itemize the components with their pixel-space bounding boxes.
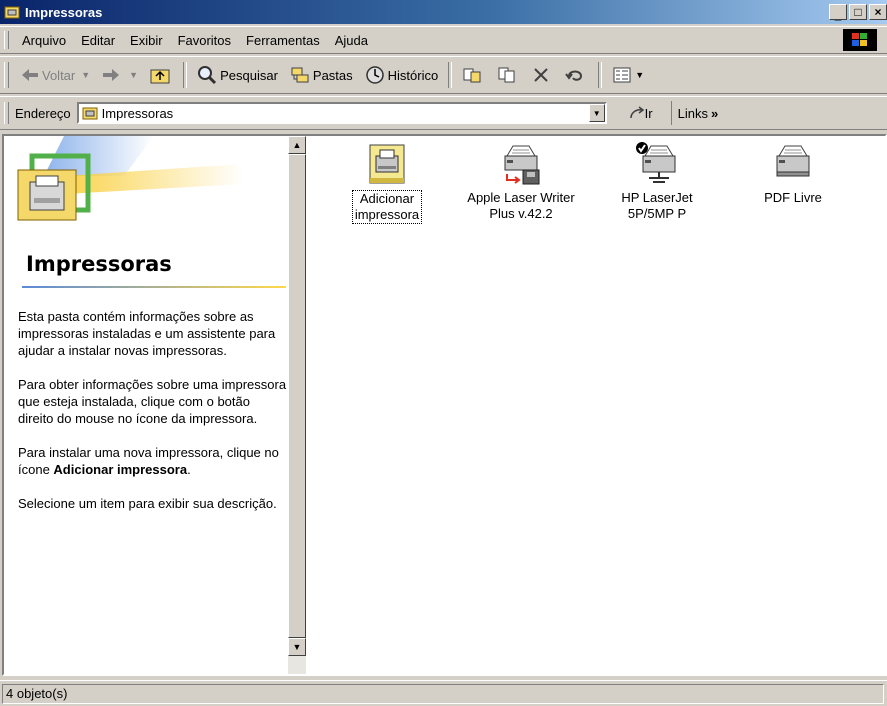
scroll-down-button[interactable]: ▼ bbox=[288, 638, 306, 656]
explorer-window: Impressoras _ □ × Arquivo Editar Exibir … bbox=[0, 0, 887, 706]
pdf-livre-item[interactable]: PDF Livre bbox=[718, 142, 868, 206]
apple-laserwriter-label: Apple Laser Writer Plus v.42.2 bbox=[467, 190, 575, 221]
search-button[interactable]: Pesquisar bbox=[191, 60, 284, 90]
title-bar[interactable]: Impressoras _ □ × bbox=[0, 0, 887, 24]
printers-folder-icon bbox=[4, 6, 20, 19]
toolbar-separator bbox=[448, 62, 453, 88]
menu-ferramentas[interactable]: Ferramentas bbox=[239, 31, 327, 50]
address-label: Endereço bbox=[15, 105, 71, 121]
history-button[interactable]: Histórico bbox=[359, 60, 445, 90]
title-underline bbox=[22, 286, 286, 288]
folders-icon bbox=[291, 67, 309, 83]
history-icon bbox=[365, 66, 384, 84]
menu-ajuda[interactable]: Ajuda bbox=[328, 31, 375, 50]
apple-laserwriter-item[interactable]: Apple Laser Writer Plus v.42.2 bbox=[446, 142, 596, 222]
toolbar-separator bbox=[598, 62, 603, 88]
folders-label: Pastas bbox=[312, 67, 353, 83]
pane-title: Impressoras bbox=[26, 252, 172, 276]
toolbar-separator bbox=[183, 62, 188, 88]
views-button[interactable]: ▼ bbox=[606, 60, 650, 90]
pane-description: Esta pasta contém informações sobre as i… bbox=[18, 308, 288, 529]
menu-arquivo[interactable]: Arquivo bbox=[15, 31, 73, 50]
hp-laserjet-item[interactable]: HP LaserJet 5P/5MP P bbox=[582, 142, 732, 222]
go-label: Ir bbox=[644, 105, 653, 121]
go-button[interactable]: Ir bbox=[625, 106, 657, 121]
status-text: 4 objeto(s) bbox=[2, 684, 884, 704]
address-grip[interactable] bbox=[4, 101, 9, 125]
add-printer-item[interactable]: Adicionar impressora bbox=[312, 142, 462, 224]
pane-paragraph: Para obter informações sobre uma impress… bbox=[18, 377, 287, 426]
go-arrow-icon bbox=[629, 106, 644, 119]
add-printer-icon bbox=[369, 144, 405, 184]
move-to-icon bbox=[463, 68, 481, 83]
move-to-button[interactable] bbox=[456, 60, 491, 90]
pane-paragraph: Para instalar uma nova impressora, cliqu… bbox=[18, 445, 279, 477]
address-dropdown-button[interactable]: ▼ bbox=[588, 104, 605, 122]
window-title: Impressoras bbox=[25, 4, 103, 20]
views-icon bbox=[613, 67, 631, 83]
undo-icon bbox=[565, 70, 583, 81]
pane-paragraph: Esta pasta contém informações sobre as i… bbox=[18, 309, 276, 358]
folders-button[interactable]: Pastas bbox=[284, 60, 359, 90]
toolbar-grip[interactable] bbox=[4, 62, 9, 88]
address-field[interactable]: Impressoras ▼ bbox=[76, 102, 607, 124]
network-printer-icon bbox=[504, 145, 540, 185]
left-pane-scrollbar[interactable]: ▲ ▼ bbox=[288, 136, 306, 674]
menu-editar[interactable]: Editar bbox=[74, 31, 122, 50]
printer-icon-list: Adicionar impressora Apple Laser Writer Pl… bbox=[308, 136, 885, 674]
menu-grip[interactable] bbox=[4, 30, 9, 50]
scroll-thumb[interactable] bbox=[288, 154, 306, 638]
menu-favoritos[interactable]: Favoritos bbox=[171, 31, 238, 50]
hp-laserjet-label: HP LaserJet 5P/5MP P bbox=[621, 190, 693, 221]
delete-icon bbox=[534, 68, 548, 82]
search-label: Pesquisar bbox=[220, 67, 278, 83]
close-button[interactable]: × bbox=[869, 4, 887, 20]
search-icon bbox=[198, 66, 217, 85]
pdf-livre-label: PDF Livre bbox=[764, 190, 822, 205]
forward-button[interactable]: ▼ bbox=[96, 60, 144, 90]
menu-exibir[interactable]: Exibir bbox=[123, 31, 170, 50]
undo-button[interactable] bbox=[559, 60, 594, 90]
delete-button[interactable] bbox=[526, 60, 559, 90]
copy-to-icon bbox=[498, 67, 515, 83]
minimize-button[interactable]: _ bbox=[829, 4, 847, 21]
copy-to-button[interactable] bbox=[491, 60, 526, 90]
status-bar: 4 objeto(s) bbox=[0, 680, 887, 706]
up-folder-button[interactable] bbox=[144, 60, 179, 90]
links-label: Links bbox=[677, 105, 708, 121]
back-button[interactable]: Voltar ▼ bbox=[15, 60, 96, 90]
folder-view: Impressoras Esta pasta contém informaçõe… bbox=[2, 134, 887, 676]
maximize-button[interactable]: □ bbox=[849, 4, 867, 20]
web-view-pane: Impressoras Esta pasta contém informaçõe… bbox=[4, 136, 288, 674]
links-button[interactable]: Links » bbox=[670, 101, 718, 125]
address-value: Impressoras bbox=[101, 105, 174, 121]
back-arrow-icon bbox=[22, 69, 38, 81]
standard-toolbar: Voltar ▼ ▼ Pesquisar Pastas Histórico ▼ bbox=[0, 56, 887, 94]
address-bar: Endereço Impressoras ▼ Ir Links » bbox=[0, 96, 887, 130]
up-folder-icon bbox=[150, 69, 170, 84]
default-printer-icon bbox=[636, 142, 676, 183]
printers-folder-icon bbox=[82, 107, 98, 120]
pane-paragraph: Selecione um item para exibir sua descri… bbox=[18, 496, 277, 511]
forward-arrow-icon bbox=[103, 69, 120, 81]
add-printer-label: Adicionar impressora bbox=[351, 190, 423, 224]
add-printer-bold: Adicionar impressora bbox=[53, 462, 188, 477]
back-label: Voltar bbox=[42, 67, 76, 83]
windows-logo-icon bbox=[843, 29, 877, 51]
scroll-up-button[interactable]: ▲ bbox=[288, 136, 306, 154]
history-label: Histórico bbox=[387, 67, 439, 83]
printer-icon bbox=[776, 145, 810, 177]
menu-bar: Arquivo Editar Exibir Favoritos Ferramen… bbox=[0, 26, 887, 54]
